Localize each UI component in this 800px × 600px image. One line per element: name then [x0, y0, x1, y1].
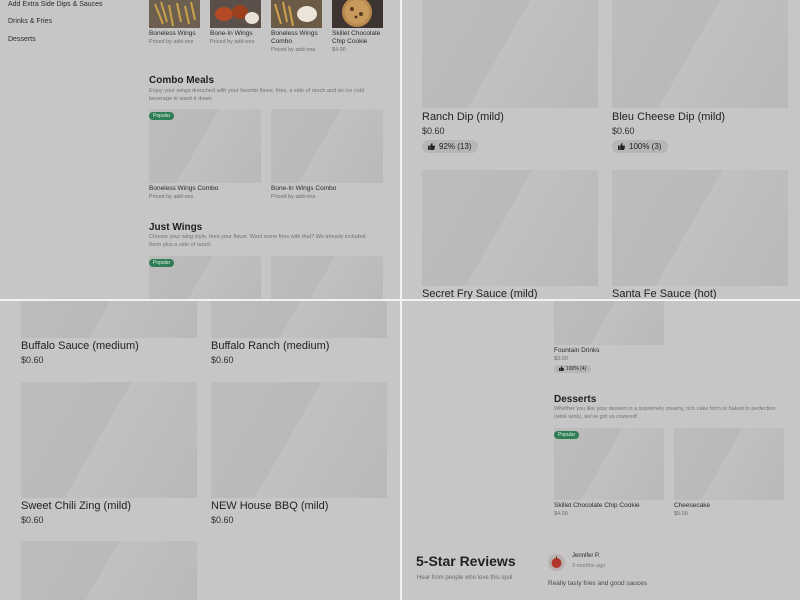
combo-item-image[interactable] [271, 109, 383, 183]
item-name[interactable]: Buffalo Sauce (medium) [21, 340, 139, 352]
rating-text: 100% (4) [566, 366, 587, 372]
sauces-pane-bottom-left: Buffalo Sauce (medium) $0.60 Buffalo Ran… [0, 301, 400, 600]
sauce-item-image[interactable] [422, 0, 598, 108]
fries-image [149, 0, 200, 28]
sauce-item-image[interactable] [211, 382, 387, 498]
wings-item-image[interactable] [271, 256, 383, 299]
menu-pane-top-left: Add Extra Side Dips & Sauces Drinks & Fr… [0, 0, 400, 299]
item-name[interactable]: Santa Fe Sauce (hot) [612, 288, 717, 299]
item-price: $0.60 [211, 355, 234, 365]
item-name[interactable]: Bone-In Wings Combo [271, 185, 336, 193]
bone-in-wings-photo[interactable] [210, 0, 261, 28]
thumbs-up-icon [618, 143, 626, 150]
review-author: Jennifer P. [572, 553, 600, 559]
boneless-wings-photo[interactable] [149, 0, 200, 28]
item-price: $0.60 [211, 515, 234, 525]
review-text: Really tasty fries and good sauces [548, 580, 647, 587]
sauce-item-image[interactable] [612, 170, 788, 286]
apple-avatar-icon [551, 556, 562, 568]
popular-badge: Popular [149, 112, 175, 120]
item-name[interactable]: Boneless Wings [149, 30, 196, 38]
boneless-combo-photo[interactable] [271, 0, 322, 28]
combo-item-image[interactable] [149, 109, 261, 183]
rating-pill: 100% (3) [612, 140, 669, 153]
item-price: Priced by add-ons [271, 194, 316, 200]
sauce-item-image[interactable] [211, 301, 387, 338]
item-name[interactable]: Secret Fry Sauce (mild) [422, 288, 538, 299]
avatar [548, 554, 565, 571]
sauce-item-image[interactable] [21, 382, 197, 498]
sidebar-item-drinks[interactable]: Drinks & Fries [8, 18, 52, 25]
item-price: Priced by add-ons [210, 39, 255, 45]
item-price: $3.00 [554, 356, 568, 362]
item-name[interactable]: Cheesecake [674, 502, 710, 510]
reviews-subtitle: Hear from people who love this spot [417, 575, 513, 581]
sauce-item-image[interactable] [422, 170, 598, 286]
item-name[interactable]: Bone-In Wings [210, 30, 253, 38]
reviews-title: 5-Star Reviews [416, 553, 516, 569]
cookie-photo[interactable] [332, 0, 383, 28]
section-title: Desserts [554, 394, 597, 405]
item-name[interactable]: Bleu Cheese Dip (mild) [612, 111, 725, 123]
rating-text: 100% (3) [629, 142, 662, 151]
item-name[interactable]: Skillet Chocolate [332, 30, 380, 38]
item-price: $0.60 [422, 126, 445, 136]
item-name-line2[interactable]: Chip Cookie [332, 38, 367, 46]
sauce-item-image[interactable] [612, 0, 788, 108]
item-price: $4.00 [554, 511, 568, 517]
item-name[interactable]: Boneless Wings Combo [149, 185, 218, 193]
item-price: $0.60 [21, 355, 44, 365]
section-description: Enjoy your wings drenched with your favo… [149, 88, 364, 102]
thumbs-up-icon [559, 366, 565, 371]
sidebar-item-desserts[interactable]: Desserts [8, 36, 36, 43]
section-title: Just Wings [149, 222, 203, 233]
item-name[interactable]: Skillet Chocolate Chip Cookie [554, 502, 640, 510]
desserts-reviews-pane: Fountain Drinks $3.00 100% (4) Desserts … [402, 301, 800, 600]
item-price: $0.60 [612, 126, 635, 136]
item-name[interactable]: Fountain Drinks [554, 347, 600, 355]
item-price: Priced by add-ons [271, 47, 316, 53]
item-price: $5.00 [674, 511, 688, 517]
thumbs-up-icon [428, 143, 436, 150]
item-name[interactable]: NEW House BBQ (mild) [211, 500, 328, 512]
item-price: $4.00 [332, 47, 346, 53]
section-description: Choose your wing style, then your flavor… [149, 234, 366, 248]
item-price: Priced by add-ons [149, 39, 194, 45]
sauces-pane-top-right: Ranch Dip (mild) $0.60 92% (13) Bleu Che… [402, 0, 800, 299]
item-price: $0.60 [21, 515, 44, 525]
item-name[interactable]: Boneless Wings [271, 30, 318, 38]
item-name[interactable]: Ranch Dip (mild) [422, 111, 504, 123]
item-name-line2[interactable]: Combo [271, 38, 292, 46]
drink-item-image[interactable] [554, 301, 664, 345]
item-name[interactable]: Buffalo Ranch (medium) [211, 340, 329, 352]
section-title: Combo Meals [149, 75, 215, 86]
item-name[interactable]: Sweet Chili Zing (mild) [21, 500, 131, 512]
item-price: Priced by add-ons [149, 194, 194, 200]
rating-text: 92% (13) [439, 142, 472, 151]
sauce-item-image[interactable] [21, 541, 197, 600]
popular-badge: Popular [149, 259, 175, 267]
sauce-item-image[interactable] [21, 301, 197, 338]
popular-badge: Popular [554, 431, 580, 439]
cookie-image [332, 0, 383, 28]
section-description: Whether you like your dessert in a supre… [554, 406, 776, 420]
wings-image [210, 0, 261, 28]
sidebar-item-dips[interactable]: Add Extra Side Dips & Sauces [8, 1, 103, 8]
combo-image [271, 0, 322, 28]
review-time: 3 months ago [572, 563, 606, 569]
rating-pill: 100% (4) [554, 365, 592, 373]
rating-pill: 92% (13) [422, 140, 479, 153]
dessert-item-image[interactable] [674, 428, 784, 500]
